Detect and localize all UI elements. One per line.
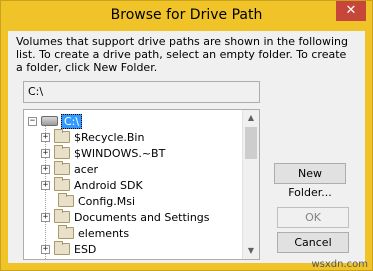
scroll-thumb[interactable]: [245, 127, 257, 159]
window-title: Browse for Drive Path: [110, 7, 263, 23]
expand-icon[interactable]: +: [41, 180, 50, 190]
dialog-body: Volumes that support drive paths are sho…: [8, 31, 365, 263]
collapse-icon[interactable]: −: [28, 116, 37, 126]
drive-icon: [41, 116, 58, 126]
tree-item-root[interactable]: − C:\: [24, 113, 243, 129]
tree-item-label: acer: [74, 162, 99, 176]
folder-icon: [58, 225, 74, 239]
tree-viewport: − C:\ + $Recycle.Bin + $WINDOWS.~BT + ac…: [24, 110, 243, 259]
instructions-text: Volumes that support drive paths are sho…: [16, 35, 348, 74]
expand-icon[interactable]: +: [41, 164, 50, 174]
watermark-text: wsxdn.com: [311, 259, 368, 270]
folder-tree[interactable]: − C:\ + $Recycle.Bin + $WINDOWS.~BT + ac…: [23, 109, 260, 260]
tree-item-label: $Recycle.Bin: [74, 130, 145, 144]
scroll-down-icon[interactable]: ▼: [243, 243, 259, 259]
expand-icon[interactable]: +: [41, 132, 50, 142]
tree-item-label: $WINDOWS.~BT: [74, 146, 166, 160]
ok-button[interactable]: OK: [277, 207, 349, 228]
title-bar[interactable]: Browse for Drive Path ✕: [1, 1, 372, 31]
folder-icon: [54, 129, 70, 143]
tree-item-android-sdk[interactable]: + Android SDK: [24, 177, 243, 193]
expand-icon[interactable]: +: [41, 212, 50, 222]
scroll-up-icon[interactable]: ▲: [243, 110, 259, 126]
tree-item-label: C:\: [61, 113, 83, 129]
tree-item-esd[interactable]: + ESD: [24, 241, 243, 257]
tree-item-acer[interactable]: + acer: [24, 161, 243, 177]
vertical-scrollbar[interactable]: ▲ ▼: [242, 110, 259, 259]
expand-icon[interactable]: +: [41, 244, 50, 254]
tree-item-label: Config.Msi: [78, 194, 136, 208]
drive-path-field: C:\: [23, 81, 260, 103]
tree-item-label: ESD: [74, 242, 97, 256]
tree-item-documents-and-settings[interactable]: + Documents and Settings: [24, 209, 243, 225]
tree-item-label: elements: [78, 226, 130, 240]
tree-item-label: Documents and Settings: [74, 210, 210, 224]
folder-icon: [58, 193, 74, 207]
folder-icon: [54, 177, 70, 191]
close-icon: ✕: [345, 3, 357, 18]
folder-icon: [54, 209, 70, 223]
cancel-button[interactable]: Cancel: [277, 232, 349, 253]
new-folder-button[interactable]: New Folder...: [274, 163, 346, 199]
dialog-window: Browse for Drive Path ✕ Volumes that sup…: [0, 0, 373, 271]
tree-item-windows-bt[interactable]: + $WINDOWS.~BT: [24, 145, 243, 161]
expand-icon[interactable]: +: [41, 148, 50, 158]
close-button[interactable]: ✕: [336, 1, 366, 21]
folder-icon: [54, 145, 70, 159]
tree-item-elements[interactable]: elements: [24, 225, 243, 241]
folder-icon: [54, 241, 70, 255]
tree-item-config-msi[interactable]: Config.Msi: [24, 193, 243, 209]
tree-item-label: Android SDK: [74, 178, 143, 192]
folder-icon: [54, 161, 70, 175]
tree-item-recycle-bin[interactable]: + $Recycle.Bin: [24, 129, 243, 145]
